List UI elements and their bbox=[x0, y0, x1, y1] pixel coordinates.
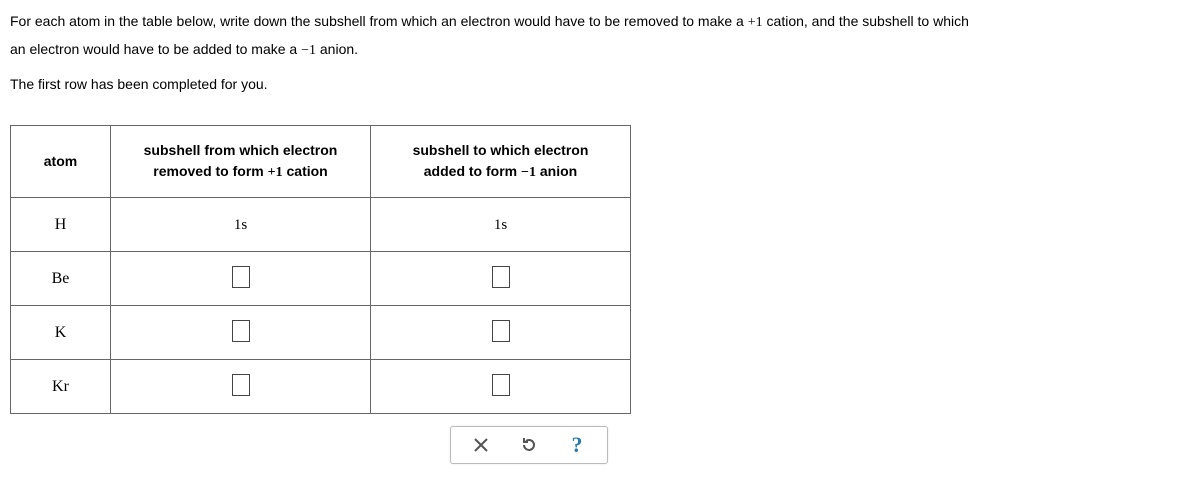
remove-input[interactable] bbox=[232, 320, 250, 342]
instructions-text: anion. bbox=[316, 41, 358, 57]
atom-symbol: K bbox=[55, 324, 67, 341]
undo-icon bbox=[521, 437, 537, 453]
instructions-text: The first row has been completed for you… bbox=[10, 73, 1190, 95]
remove-value: 1s bbox=[234, 217, 247, 233]
add-cell: 1s bbox=[371, 198, 631, 252]
atom-symbol: Kr bbox=[52, 378, 69, 395]
atom-cell: K bbox=[11, 306, 111, 360]
remove-cell bbox=[111, 252, 371, 306]
reset-button[interactable] bbox=[519, 435, 539, 455]
add-input[interactable] bbox=[492, 374, 510, 396]
table-row: Be bbox=[11, 252, 631, 306]
remove-input[interactable] bbox=[232, 374, 250, 396]
x-icon bbox=[473, 437, 489, 453]
add-cell bbox=[371, 306, 631, 360]
remove-cell bbox=[111, 360, 371, 414]
question-instructions: For each atom in the table below, write … bbox=[10, 10, 1190, 95]
table-row: Kr bbox=[11, 360, 631, 414]
header-add: subshell to which electron added to form… bbox=[371, 126, 631, 198]
clear-button[interactable] bbox=[471, 435, 491, 455]
answer-toolbar: ? bbox=[450, 426, 608, 464]
math-minus1: −1 bbox=[301, 43, 316, 58]
help-button[interactable]: ? bbox=[567, 435, 587, 455]
header-remove: subshell from which electron removed to … bbox=[111, 126, 371, 198]
add-cell bbox=[371, 252, 631, 306]
subshell-table: atom subshell from which electron remove… bbox=[10, 125, 631, 414]
table-row: K bbox=[11, 306, 631, 360]
atom-cell: Be bbox=[11, 252, 111, 306]
header-atom: atom bbox=[11, 126, 111, 198]
add-cell bbox=[371, 360, 631, 414]
atom-cell: H bbox=[11, 198, 111, 252]
table-header-row: atom subshell from which electron remove… bbox=[11, 126, 631, 198]
add-input[interactable] bbox=[492, 320, 510, 342]
atom-symbol: Be bbox=[52, 270, 70, 287]
math-plus1: +1 bbox=[748, 15, 763, 30]
instructions-text: For each atom in the table below, write … bbox=[10, 13, 748, 29]
instructions-text: an electron would have to be added to ma… bbox=[10, 41, 301, 57]
atom-symbol: H bbox=[55, 216, 67, 233]
add-value: 1s bbox=[494, 217, 507, 233]
table-row: H 1s 1s bbox=[11, 198, 631, 252]
remove-cell bbox=[111, 306, 371, 360]
instructions-text: cation, and the subshell to which bbox=[763, 13, 969, 29]
atom-cell: Kr bbox=[11, 360, 111, 414]
remove-cell: 1s bbox=[111, 198, 371, 252]
add-input[interactable] bbox=[492, 266, 510, 288]
remove-input[interactable] bbox=[232, 266, 250, 288]
